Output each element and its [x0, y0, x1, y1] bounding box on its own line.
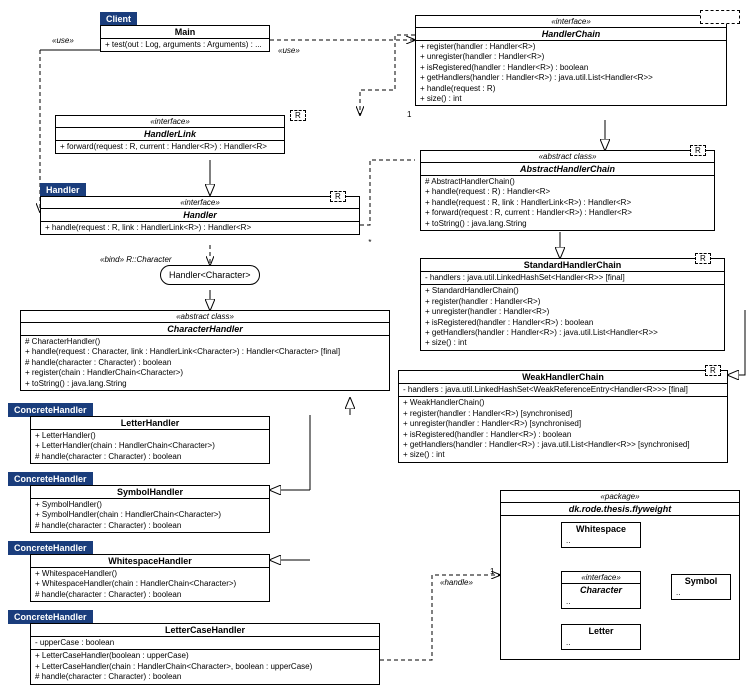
- bubble-handler-char: Handler<Character>: [160, 265, 260, 285]
- tp-whc: R: [705, 365, 721, 376]
- sh-name: SymbolHandler: [31, 486, 269, 499]
- whc-f: - handlers : java.util.LinkedHashSet<Wea…: [399, 384, 727, 397]
- pkg-st: «package»: [501, 491, 739, 503]
- class-whitespacehandler: WhitespaceHandler + WhitespaceHandler()+…: [30, 554, 270, 602]
- lh-ops: + LetterHandler()+ LetterHandler(chain :…: [31, 430, 269, 463]
- class-weakhandlerchain: WeakHandlerChain - handlers : java.util.…: [398, 370, 728, 463]
- class-handler: «interface» Handler + handle(request : R…: [40, 196, 360, 235]
- hlink-op: + forward(request : R, current : Handler…: [56, 141, 284, 153]
- whc-name: WeakHandlerChain: [399, 371, 727, 384]
- pkg-name: dk.rode.thesis.flyweight: [501, 503, 739, 516]
- hc-name: HandlerChain: [416, 28, 726, 41]
- class-letterhandler: LetterHandler + LetterHandler()+ LetterH…: [30, 416, 270, 464]
- chh-name: CharacterHandler: [21, 323, 389, 336]
- cls-symbol: Symbol..: [671, 574, 731, 600]
- tag-ch3: ConcreteHandler: [8, 541, 93, 555]
- lch-f: - upperCase : boolean: [31, 637, 379, 650]
- hc-ops: + register(handler : Handler<R>)+ unregi…: [416, 41, 726, 105]
- ahc-name: AbstractHandlerChain: [421, 163, 714, 176]
- chh-ops: # CharacterHandler()+ handle(request : C…: [21, 336, 389, 390]
- cls-letter: Letter..: [561, 624, 641, 650]
- hnd-st: «interface»: [41, 197, 359, 209]
- tp-r2: R: [330, 191, 346, 202]
- ahc-st: «abstract class»: [421, 151, 714, 163]
- lbl-bind: «bind» R::Character: [100, 255, 172, 264]
- lbl-handle: «handle»: [440, 578, 473, 587]
- hnd-op: + handle(request : R, link : HandlerLink…: [41, 222, 359, 234]
- shc-f: - handlers : java.util.LinkedHashSet<Han…: [421, 272, 724, 285]
- class-lettercasehandler: LetterCaseHandler - upperCase : boolean …: [30, 623, 380, 685]
- tag-ch4: ConcreteHandler: [8, 610, 93, 624]
- cls-character: «interface»Character..: [561, 571, 641, 609]
- lch-name: LetterCaseHandler: [31, 624, 379, 637]
- hc-st: «interface»: [416, 16, 726, 28]
- tag-ch1: ConcreteHandler: [8, 403, 93, 417]
- lbl-use2: «use»: [278, 46, 300, 55]
- hlink-name: HandlerLink: [56, 128, 284, 141]
- tp-ahc: R: [690, 145, 706, 156]
- class-standardhandlerchain: StandardHandlerChain - handlers : java.u…: [420, 258, 725, 351]
- main-op: + test(out : Log, arguments : Arguments)…: [101, 39, 269, 51]
- lbl-star: *: [368, 238, 371, 247]
- package-flyweight: «package» dk.rode.thesis.flyweight White…: [500, 490, 740, 660]
- class-symbolhandler: SymbolHandler + SymbolHandler()+ SymbolH…: [30, 485, 270, 533]
- lch-ops: + LetterCaseHandler(boolean : upperCase)…: [31, 650, 379, 683]
- class-main: Main + test(out : Log, arguments : Argum…: [100, 25, 270, 52]
- tp-r1: R: [290, 110, 306, 121]
- cls-whitespace: Whitespace..: [561, 522, 641, 548]
- class-characterhandler: «abstract class» CharacterHandler # Char…: [20, 310, 390, 391]
- class-handlerlink: «interface» HandlerLink + forward(reques…: [55, 115, 285, 154]
- tag-ch2: ConcreteHandler: [8, 472, 93, 486]
- hnd-name: Handler: [41, 209, 359, 222]
- tag-handler: Handler: [40, 183, 86, 197]
- shc-ops: + StandardHandlerChain()+ register(handl…: [421, 285, 724, 349]
- lh-name: LetterHandler: [31, 417, 269, 430]
- class-handlerchain: «interface» HandlerChain + register(hand…: [415, 15, 727, 106]
- tag-client: Client: [100, 12, 137, 26]
- hlink-st: «interface»: [56, 116, 284, 128]
- ahc-ops: # AbstractHandlerChain()+ handle(request…: [421, 176, 714, 230]
- tp-shc: R: [695, 253, 711, 264]
- wh-ops: + WhitespaceHandler()+ WhitespaceHandler…: [31, 568, 269, 601]
- shc-name: StandardHandlerChain: [421, 259, 724, 272]
- sh-ops: + SymbolHandler()+ SymbolHandler(chain :…: [31, 499, 269, 532]
- whc-ops: + WeakHandlerChain()+ register(handler :…: [399, 397, 727, 461]
- tp-hc: [700, 10, 740, 24]
- lbl-one2: 1: [490, 567, 494, 576]
- lbl-one1: 1: [407, 110, 411, 119]
- main-name: Main: [101, 26, 269, 39]
- lbl-use1: «use»: [52, 36, 74, 45]
- chh-st: «abstract class»: [21, 311, 389, 323]
- class-abstracthandlerchain: «abstract class» AbstractHandlerChain # …: [420, 150, 715, 231]
- wh-name: WhitespaceHandler: [31, 555, 269, 568]
